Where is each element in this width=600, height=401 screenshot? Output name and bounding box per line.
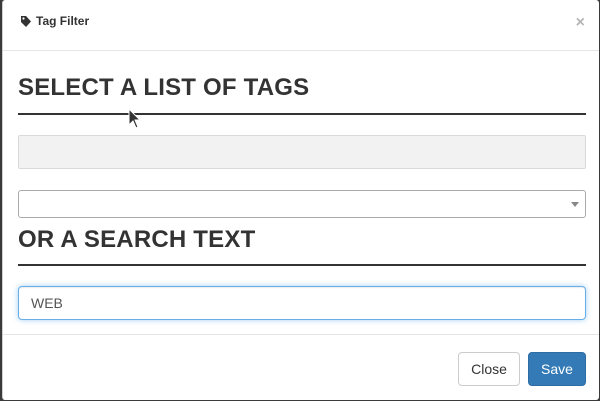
search-heading: OR A SEARCH TEXT xyxy=(18,226,586,266)
tags-list-box[interactable] xyxy=(18,135,586,169)
mouse-pointer-icon xyxy=(128,108,142,129)
tags-select[interactable] xyxy=(18,190,586,218)
tag-icon xyxy=(21,15,31,27)
dialog-title-text: Tag Filter xyxy=(36,14,90,28)
close-button[interactable]: Close xyxy=(458,352,520,386)
dropdown-arrow-icon xyxy=(571,202,579,207)
dialog-header: Tag Filter × xyxy=(3,0,599,51)
dialog-footer: Close Save xyxy=(3,334,599,401)
dialog-title: Tag Filter xyxy=(21,14,89,28)
tag-filter-dialog: Tag Filter × SELECT A LIST OF TAGS OR A … xyxy=(2,0,599,400)
close-icon[interactable]: × xyxy=(576,13,585,33)
search-text-input[interactable] xyxy=(18,286,586,320)
tags-heading: SELECT A LIST OF TAGS xyxy=(18,74,586,115)
save-button[interactable]: Save xyxy=(528,352,586,386)
